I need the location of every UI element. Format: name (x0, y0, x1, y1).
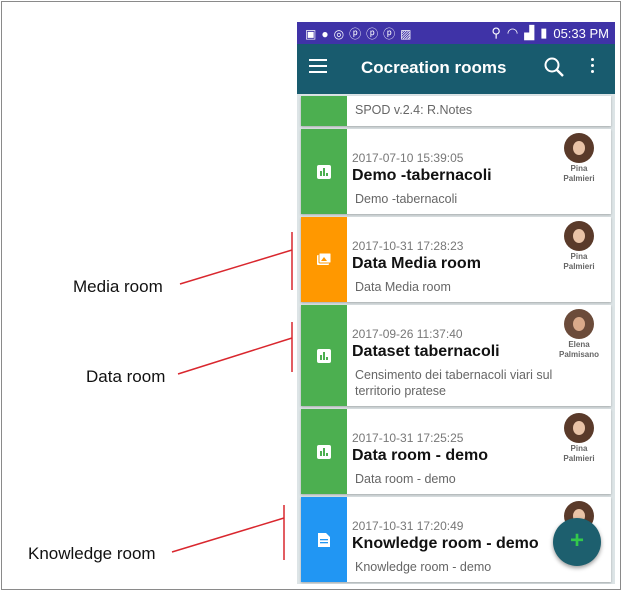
phone-screen: ▣ ● ◎ ⓟ ⓟ ⓟ ▨ ⚲ ◠ ▟ ▮ 05:33 PM Cocreatio… (297, 22, 615, 584)
room-card[interactable]: SPOD v.2.4: R.Notes (301, 96, 611, 126)
avatar (564, 309, 594, 339)
search-icon[interactable] (543, 56, 565, 78)
author: Pina Palmieri (557, 133, 601, 184)
annotation-line-data (177, 337, 293, 375)
room-type-strip (301, 217, 347, 302)
author: Pina Palmieri (557, 413, 601, 464)
author: Elena Palmisano (557, 309, 601, 360)
author-name: Pina Palmieri (563, 444, 595, 463)
room-type-strip (301, 96, 347, 126)
pinterest-icon: ⓟ (349, 27, 363, 41)
add-icon: + (569, 527, 584, 554)
gallery-icon: ▨ (400, 26, 413, 41)
author-name: Pina Palmieri (563, 252, 595, 271)
menu-icon[interactable] (309, 59, 327, 77)
wifi-icon: ◠ (506, 25, 519, 40)
app-title: Cocreation rooms (361, 58, 507, 77)
sync-icon: ◎ (333, 26, 346, 41)
add-room-button[interactable]: + (553, 518, 601, 566)
avatar (564, 413, 594, 443)
annotation-line-media (179, 249, 293, 285)
room-type-strip (301, 497, 347, 582)
status-time: 05:33 PM (553, 25, 609, 41)
room-card[interactable]: 2017-07-10 15:39:05 Demo -tabernacoli De… (301, 129, 611, 214)
room-description: Demo -tabernacoli (355, 192, 458, 206)
room-card[interactable]: 2017-09-26 11:37:40 Dataset tabernacoli … (301, 305, 611, 406)
overflow-menu-icon[interactable] (589, 58, 595, 76)
room-type-strip (301, 129, 347, 214)
room-card[interactable]: 2017-10-31 17:25:25 Data room - demo Dat… (301, 409, 611, 494)
room-card[interactable]: 2017-10-31 17:28:23 Data Media room Data… (301, 217, 611, 302)
notification-icons: ▣ ● ◎ ⓟ ⓟ ⓟ ▨ (305, 25, 412, 42)
message-icon: ● (321, 26, 330, 41)
app-bar: Cocreation rooms (297, 44, 615, 94)
avatar (564, 133, 594, 163)
image-icon (317, 252, 331, 265)
bar-chart-icon (317, 444, 331, 459)
signal-icon: ▟ (524, 25, 535, 40)
bar-chart-icon (317, 164, 331, 179)
author-name: Pina Palmieri (563, 164, 595, 183)
room-description: SPOD v.2.4: R.Notes (355, 103, 473, 117)
chat-icon: ▣ (305, 26, 318, 41)
pinterest-icon: ⓟ (366, 27, 380, 41)
room-description: Censimento dei tabernacoli viari sul ter… (355, 368, 553, 398)
status-bar: ▣ ● ◎ ⓟ ⓟ ⓟ ▨ ⚲ ◠ ▟ ▮ 05:33 PM (297, 22, 615, 44)
room-type-strip (301, 409, 347, 494)
room-description: Data Media room (355, 280, 451, 294)
document-icon (318, 532, 330, 547)
location-icon: ⚲ (491, 25, 501, 40)
bar-chart-icon (317, 348, 331, 363)
annotation-line-knowledge (171, 517, 285, 553)
author: Pina Palmieri (557, 221, 601, 272)
author-name: Elena Palmisano (558, 340, 599, 359)
battery-icon: ▮ (540, 25, 548, 40)
pinterest-icon: ⓟ (383, 27, 397, 41)
avatar (564, 221, 594, 251)
room-type-strip (301, 305, 347, 406)
room-description: Data room - demo (355, 472, 456, 486)
status-right: ⚲ ◠ ▟ ▮ 05:33 PM (491, 25, 609, 41)
